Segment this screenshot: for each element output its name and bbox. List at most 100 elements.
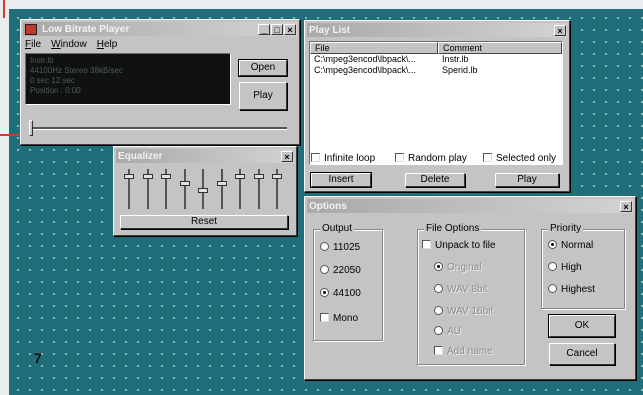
play-button[interactable]: Play [239,82,287,110]
cancel-button[interactable]: Cancel [549,343,615,365]
radio-button[interactable] [320,265,329,274]
options-titlebar[interactable]: Options × [307,199,633,213]
eq-band-knob[interactable] [179,181,190,187]
eq-band-slider[interactable] [161,167,171,211]
menu-window[interactable]: Window [51,39,87,50]
checkbox-box[interactable] [483,153,492,162]
open-button[interactable]: Open [238,59,288,77]
display-format: 44100Hz Stereo 38kB/sec [30,66,123,75]
eq-band-slider[interactable] [272,167,282,211]
eq-band-knob[interactable] [253,174,264,180]
unpack-checkbox[interactable]: Unpack to file [422,240,496,251]
priority-highest-radio[interactable]: Highest [548,284,595,295]
list-item[interactable]: C:\mpeg3encod\lbpack\... Sperid.lb [310,65,562,76]
equalizer-window: Equalizer × Reset [113,146,297,236]
infinite-loop-label: Infinite loop [324,153,376,164]
insert-button[interactable]: Insert [310,172,372,188]
output-label: Output [320,223,355,234]
player-window: Low Bitrate Player _ □ × File Window Hel… [20,19,300,145]
radio-button[interactable] [434,262,443,271]
close-icon[interactable]: × [554,24,566,36]
player-titlebar[interactable]: Low Bitrate Player _ □ × [23,22,297,36]
radio-button[interactable] [320,288,329,297]
eq-band-track [220,169,223,209]
eq-band-slider[interactable] [216,167,227,211]
checkbox-box[interactable] [434,346,443,355]
priority-high-radio[interactable]: High [548,262,582,273]
close-icon[interactable]: × [284,23,296,35]
playlist-play-button[interactable]: Play [495,173,559,187]
column-file[interactable]: File [310,42,438,54]
minimize-icon[interactable]: _ [258,23,270,35]
eq-band-knob[interactable] [124,174,134,180]
rate-44100-radio[interactable]: 44100 [320,288,361,299]
radio-button[interactable] [320,242,329,251]
eq-band-knob[interactable] [216,181,227,187]
rate-11025-radio[interactable]: 11025 [320,242,360,253]
close-icon[interactable]: × [281,150,293,162]
rate-label: 11025 [333,242,361,253]
reset-button[interactable]: Reset [120,215,288,229]
priority-normal-radio[interactable]: Normal [548,240,593,251]
playlist-titlebar[interactable]: Play List × [307,23,567,37]
page-edge-top [0,0,643,9]
radio-button[interactable] [548,262,557,271]
add-name-checkbox[interactable]: Add name [434,346,493,357]
close-icon[interactable]: × [620,200,632,212]
format-original-radio[interactable]: Original [434,262,481,273]
checkbox-box[interactable] [395,153,404,162]
eq-band-slider[interactable] [253,167,264,211]
priority-level-label: Normal [561,240,594,251]
selected-only-label: Selected only [496,153,557,164]
format-wav16-radio[interactable]: WAV 16bit [434,306,493,317]
radio-button[interactable] [434,284,443,293]
add-name-label: Add name [447,346,493,357]
format-label: WAV 16bit [447,306,494,317]
page-number: 7 [34,350,42,366]
equalizer-titlebar[interactable]: Equalizer × [116,149,294,163]
eq-band-knob[interactable] [198,188,208,194]
random-play-checkbox[interactable]: Random play [395,153,467,164]
format-wav8-radio[interactable]: WAV 8bit [434,284,488,295]
eq-band-knob[interactable] [235,174,245,180]
display-position: Position : 0:00 [30,86,81,95]
checkbox-box[interactable] [311,153,320,162]
selected-only-checkbox[interactable]: Selected only [483,153,556,164]
slider-thumb[interactable] [29,120,33,136]
priority-level-label: Highest [561,284,595,295]
delete-button[interactable]: Delete [405,173,465,187]
rate-22050-radio[interactable]: 22050 [320,265,361,276]
menu-file[interactable]: File [25,39,41,50]
eq-band-knob[interactable] [142,174,153,180]
eq-band-slider[interactable] [198,167,208,211]
file-options-group: File Options Unpack to file Original WAV… [417,223,525,365]
column-comment[interactable]: Comment [438,42,562,54]
mono-checkbox[interactable]: Mono [320,313,358,324]
radio-button[interactable] [548,284,557,293]
eq-band-knob[interactable] [272,174,282,180]
menu-help[interactable]: Help [97,39,118,50]
crop-mark [3,0,5,18]
priority-level-label: High [561,262,582,273]
playlist-title: Play List [309,24,351,36]
infinite-loop-checkbox[interactable]: Infinite loop [311,153,375,164]
player-display: Instr.lb 44100Hz Stereo 38kB/sec 0 sec 1… [25,53,231,105]
eq-band-slider[interactable] [142,167,153,211]
file-cell: C:\mpeg3encod\lbpack\... [314,65,417,75]
page-edge-left [0,0,9,395]
radio-button[interactable] [434,306,443,315]
eq-band-slider[interactable] [124,167,134,211]
eq-band-slider[interactable] [235,167,245,211]
checkbox-box[interactable] [422,240,431,249]
radio-button[interactable] [434,326,443,335]
eq-band-knob[interactable] [161,174,171,180]
ok-button[interactable]: OK [548,314,616,338]
eq-band-slider[interactable] [179,167,190,211]
playlist-list[interactable]: File Comment C:\mpeg3encod\lbpack\... In… [309,41,563,165]
radio-button[interactable] [548,240,557,249]
maximize-icon[interactable]: □ [271,23,283,35]
list-item[interactable]: C:\mpeg3encod\lbpack\... Instr.lb [310,54,562,65]
checkbox-box[interactable] [320,313,329,322]
format-au-radio[interactable]: AU [434,326,461,337]
position-slider[interactable] [29,120,287,136]
